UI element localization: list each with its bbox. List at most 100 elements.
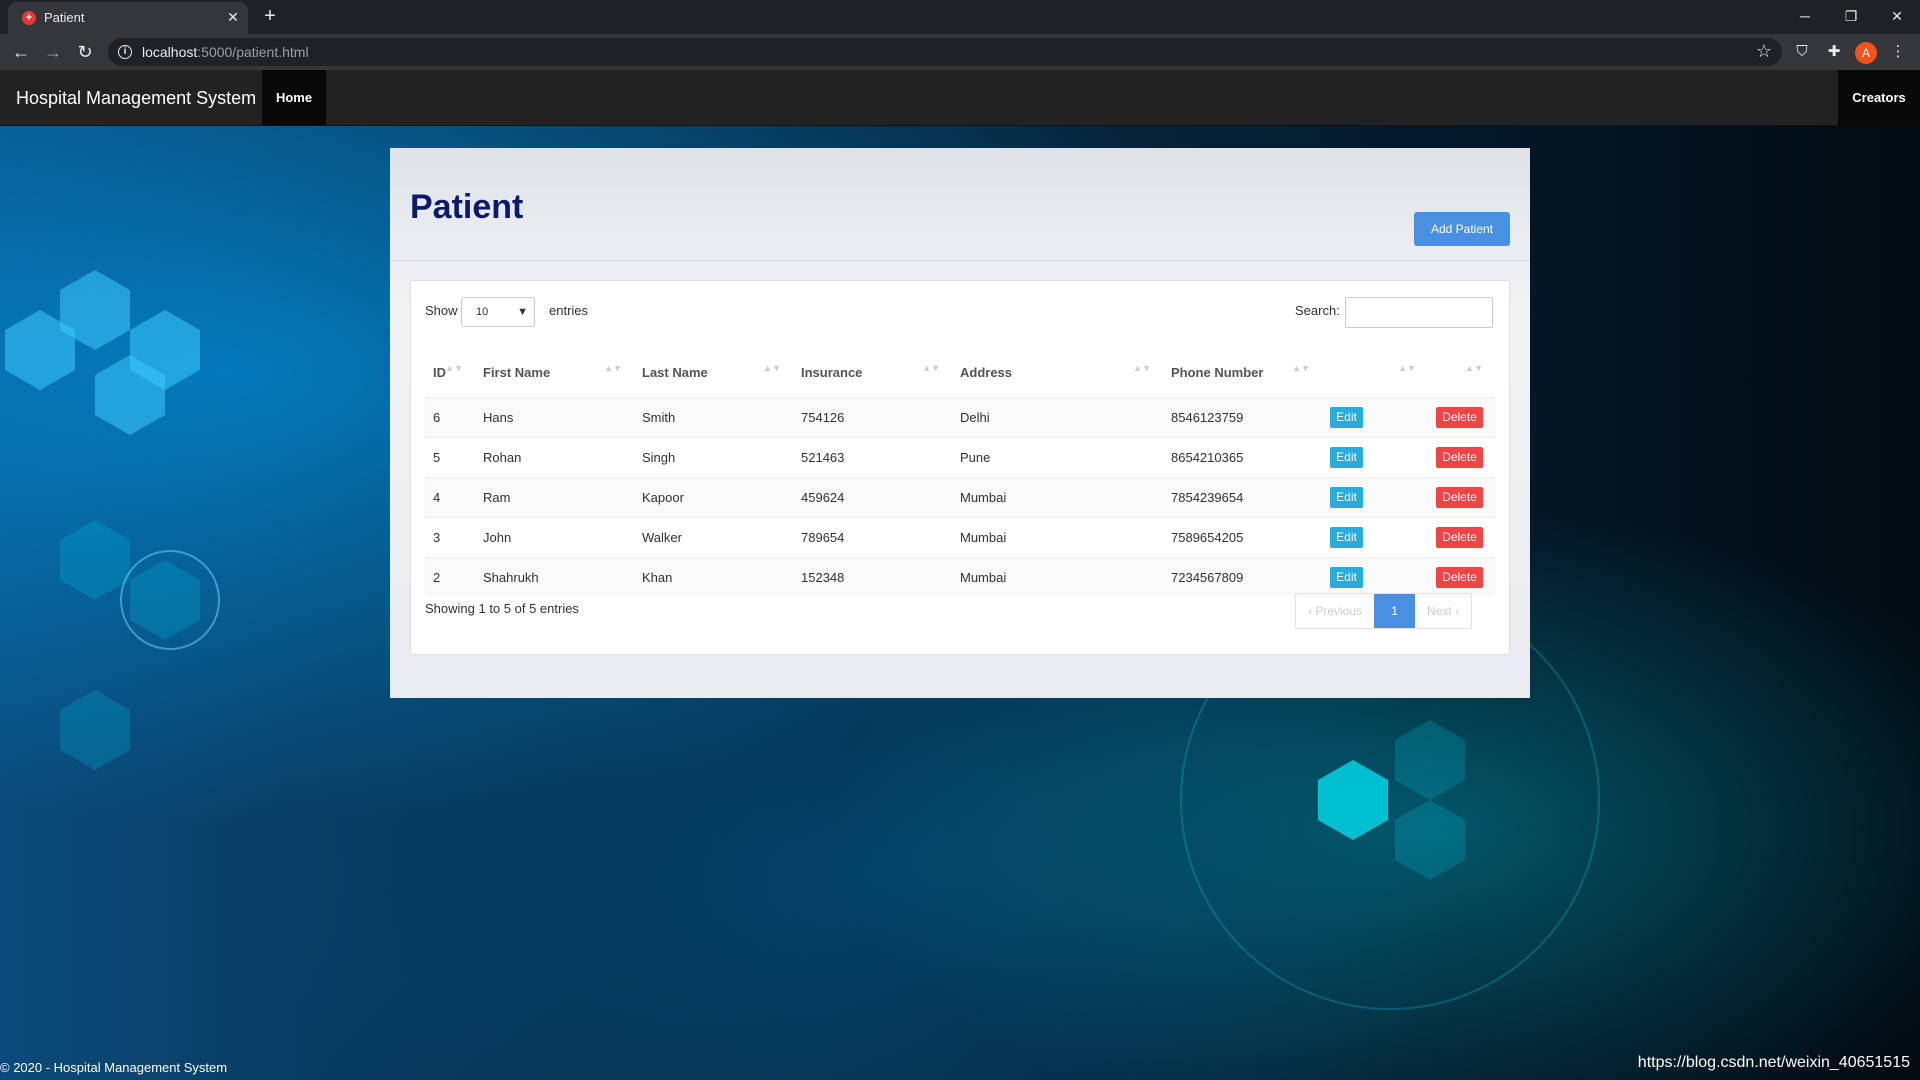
column-header-delete[interactable]: ▲▼ <box>1428 349 1495 397</box>
cell-delete: Delete <box>1428 556 1495 597</box>
cell-id: 3 <box>425 516 475 557</box>
delete-button[interactable]: Delete <box>1436 526 1483 548</box>
cell-phone: 7234567809 <box>1163 556 1322 597</box>
column-header-insurance[interactable]: Insurance ▲▼ <box>793 349 952 397</box>
cell-delete: Delete <box>1428 516 1495 557</box>
table-row: 3 John Walker 789654 Mumbai 7589654205 Edit Del… <box>425 516 1495 557</box>
cell-id: 6 <box>425 396 475 437</box>
address-bar[interactable]: i localhost:5000/patient.html ☆ <box>108 38 1782 66</box>
url-text: localhost:5000/patient.html <box>142 44 309 60</box>
cell-insurance: 789654 <box>793 516 952 557</box>
delete-button[interactable]: Delete <box>1436 566 1483 588</box>
brand-link[interactable]: Hospital Management System <box>16 88 256 109</box>
sort-icon: ▲▼ <box>763 363 781 373</box>
add-patient-button[interactable]: Add Patient <box>1414 212 1510 246</box>
close-window-icon[interactable]: ✕ <box>1882 4 1912 28</box>
table-info: Showing 1 to 5 of 5 entries <box>425 601 579 616</box>
cell-edit: Edit <box>1322 556 1428 597</box>
menu-dots-icon[interactable]: ⋮ <box>1888 42 1908 62</box>
pagination-page-1[interactable]: 1 <box>1374 594 1416 628</box>
table-body: 6 Hans Smith 754126 Delhi 8546123759 Edit Delet… <box>425 396 1495 597</box>
table-row: 4 Ram Kapoor 459624 Mumbai 7854239654 Edit Dele… <box>425 476 1495 517</box>
cell-phone: 8546123759 <box>1163 396 1322 437</box>
reload-icon[interactable]: ↻ <box>73 40 97 64</box>
column-header-phone-number[interactable]: Phone Number ▲▼ <box>1163 349 1322 397</box>
divider <box>390 260 1530 261</box>
cell-address: Delhi <box>952 396 1163 437</box>
info-icon[interactable]: i <box>118 45 132 59</box>
back-icon[interactable]: ← <box>9 40 33 64</box>
cell-edit: Edit <box>1322 396 1428 437</box>
table-row: 2 Shahrukh Khan 152348 Mumbai 7234567809 Edit D… <box>425 556 1495 597</box>
sort-icon: ▲▼ <box>604 363 622 373</box>
hospital-plus-icon: + <box>22 11 36 25</box>
nav-creators[interactable]: Creators <box>1838 70 1920 126</box>
cell-edit: Edit <box>1322 476 1428 517</box>
minimize-icon[interactable]: ─ <box>1790 4 1820 28</box>
cell-address: Mumbai <box>952 516 1163 557</box>
watermark-text: https://blog.csdn.net/weixin_40651515 <box>1637 1054 1910 1071</box>
show-label: Show <box>425 303 458 318</box>
browser-tab-bar: + Patient ✕ + ─ ❐ ✕ <box>0 0 1920 34</box>
table-row: 5 Rohan Singh 521463 Pune 8654210365 Edit Delet… <box>425 436 1495 477</box>
cell-first: John <box>475 516 634 557</box>
cell-phone: 7854239654 <box>1163 476 1322 517</box>
browser-toolbar: ← → ↻ i localhost:5000/patient.html ☆ ⛉ … <box>0 34 1920 70</box>
entries-select[interactable]: 10 ▼ <box>461 297 535 327</box>
tab-title: Patient <box>44 10 85 25</box>
search-input[interactable] <box>1345 297 1493 328</box>
cell-address: Mumbai <box>952 476 1163 517</box>
cell-first: Rohan <box>475 436 634 477</box>
pagination-previous[interactable]: ‹ Previous <box>1296 594 1374 628</box>
patient-table-card: Show 10 ▼ entries Search: ID ▲▼ First Nam… <box>410 280 1510 655</box>
close-tab-icon[interactable]: ✕ <box>224 8 242 26</box>
cell-last: Singh <box>634 436 793 477</box>
cell-delete: Delete <box>1428 476 1495 517</box>
cell-address: Pune <box>952 436 1163 477</box>
cell-last: Khan <box>634 556 793 597</box>
edit-button[interactable]: Edit <box>1330 486 1363 508</box>
cell-last: Walker <box>634 516 793 557</box>
page-viewport: Hospital Management System Home Creators… <box>0 70 1920 1080</box>
nav-home[interactable]: Home <box>262 70 326 126</box>
edit-button[interactable]: Edit <box>1330 446 1363 468</box>
cell-last: Kapoor <box>634 476 793 517</box>
cell-insurance: 754126 <box>793 396 952 437</box>
new-tab-icon[interactable]: + <box>258 5 282 29</box>
pagination-next[interactable]: Next › <box>1415 594 1471 628</box>
profile-avatar[interactable]: A <box>1855 42 1877 64</box>
delete-button[interactable]: Delete <box>1436 446 1483 468</box>
browser-tab[interactable]: + Patient ✕ <box>8 2 248 34</box>
puzzle-extensions-icon[interactable]: ✚ <box>1824 42 1844 62</box>
cell-phone: 8654210365 <box>1163 436 1322 477</box>
sort-icon: ▲▼ <box>922 363 940 373</box>
sort-icon: ▲▼ <box>1465 363 1483 373</box>
top-navbar: Hospital Management System Home Creators <box>0 70 1920 126</box>
column-header-address[interactable]: Address ▲▼ <box>952 349 1163 397</box>
cell-first: Shahrukh <box>475 556 634 597</box>
cell-id: 2 <box>425 556 475 597</box>
shield-extension-icon[interactable]: ⛉ <box>1792 42 1812 62</box>
patient-panel: Patient Add Patient Show 10 ▼ entries Se… <box>390 148 1530 698</box>
patient-table: ID ▲▼ First Name ▲▼ Last Name ▲▼ Insurance ▲… <box>425 349 1495 597</box>
pagination: ‹ Previous 1 Next › <box>1295 593 1473 629</box>
edit-button[interactable]: Edit <box>1330 406 1363 428</box>
column-header-first-name[interactable]: First Name ▲▼ <box>475 349 634 397</box>
forward-icon[interactable]: → <box>41 40 65 64</box>
search-label: Search: <box>1295 303 1340 318</box>
sort-icon: ▲▼ <box>1133 363 1151 373</box>
column-header-id[interactable]: ID ▲▼ <box>425 349 475 397</box>
footer-text: © 2020 - Hospital Management System <box>0 1060 228 1075</box>
column-header-last-name[interactable]: Last Name ▲▼ <box>634 349 793 397</box>
column-header-edit[interactable]: ▲▼ <box>1322 349 1428 397</box>
cell-insurance: 521463 <box>793 436 952 477</box>
delete-button[interactable]: Delete <box>1436 486 1483 508</box>
restore-icon[interactable]: ❐ <box>1836 4 1866 28</box>
edit-button[interactable]: Edit <box>1330 566 1363 588</box>
cell-address: Mumbai <box>952 556 1163 597</box>
cell-id: 4 <box>425 476 475 517</box>
delete-button[interactable]: Delete <box>1436 406 1483 428</box>
edit-button[interactable]: Edit <box>1330 526 1363 548</box>
table-row: 6 Hans Smith 754126 Delhi 8546123759 Edit Delet… <box>425 396 1495 437</box>
bookmark-star-icon[interactable]: ☆ <box>1756 41 1772 62</box>
